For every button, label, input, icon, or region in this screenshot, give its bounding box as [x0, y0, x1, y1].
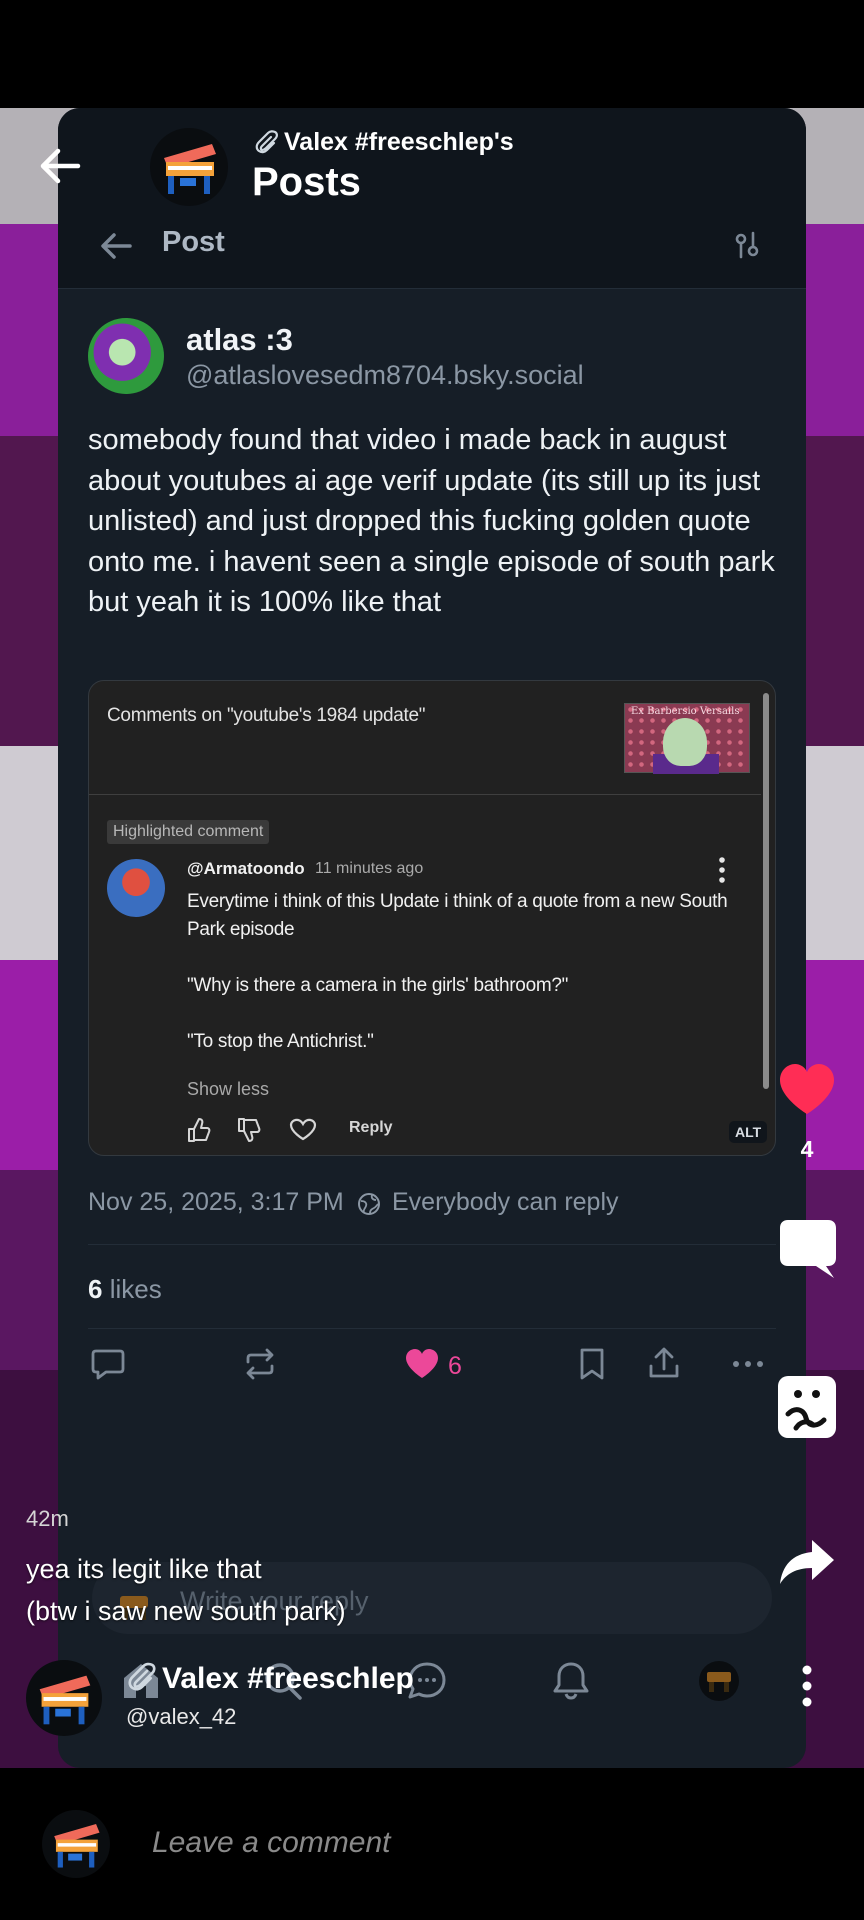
reply-setting[interactable]: Everybody can reply: [392, 1188, 619, 1217]
reply-icon[interactable]: [88, 1344, 128, 1384]
post-text: somebody found that video i made back in…: [88, 424, 775, 618]
comment-time: 11 minutes ago: [315, 860, 424, 877]
commenter-name: @Armatoondo: [187, 859, 305, 878]
creator-name-text: Valex #freeschlep: [162, 1662, 414, 1695]
more-horiz-icon[interactable]: [728, 1344, 768, 1384]
paperclip-icon: [128, 1662, 156, 1691]
bookmark-icon[interactable]: [572, 1344, 612, 1384]
author-avatar[interactable]: [88, 318, 164, 394]
my-avatar: [42, 1810, 110, 1878]
like-filled-icon[interactable]: [402, 1344, 442, 1384]
divider: [88, 1244, 776, 1245]
highlighted-badge: Highlighted comment: [107, 820, 270, 844]
alt-badge[interactable]: ALT: [729, 1121, 768, 1143]
thumbs-up-icon: [188, 1118, 211, 1142]
post-card: Post atlas :3 @atlaslovesedm8704.bsky.so…: [58, 108, 806, 1768]
comment-input[interactable]: Leave a comment: [152, 1826, 390, 1860]
share-arrow-icon[interactable]: [778, 1536, 836, 1588]
header-title: Posts: [252, 160, 361, 204]
comment-body: Everytime i think of this Update i think…: [187, 888, 737, 1084]
scrollbar: [763, 693, 769, 1089]
post-timestamp: 42m: [26, 1506, 69, 1531]
like-count: 4: [800, 1136, 814, 1162]
creator-avatar[interactable]: [26, 1660, 102, 1736]
stitch-icon[interactable]: [776, 1374, 838, 1440]
share-icon[interactable]: [644, 1344, 684, 1384]
piano-avatar-icon: [39, 1675, 91, 1725]
author-handle[interactable]: @atlaslovesedm8704.bsky.social: [186, 360, 584, 391]
header-account-text: Valex #freeschlep's: [284, 128, 514, 156]
divider: [89, 794, 761, 795]
piano-avatar-icon: [164, 144, 216, 194]
sliders-icon[interactable]: [730, 228, 764, 262]
comment-bubble-icon[interactable]: [778, 1218, 838, 1280]
thumbnail-text: Ex Barbersio Versails: [631, 706, 740, 717]
embedded-image[interactable]: Comments on "youtube's 1984 update" Ex B…: [88, 680, 776, 1156]
creator-handle[interactable]: @valex_42: [126, 1704, 236, 1730]
thumbs-down-icon: [238, 1118, 261, 1142]
more-vert-icon: [719, 857, 725, 883]
commenter-avatar: [107, 859, 165, 917]
likes-summary[interactable]: 6 likes: [88, 1274, 162, 1305]
divider: [58, 288, 806, 289]
comment-bar: [0, 1768, 864, 1920]
caption-line: yea its legit like that: [26, 1554, 262, 1584]
profile-tab-icon[interactable]: [694, 1656, 744, 1706]
heart-outline-icon: [289, 1118, 317, 1141]
creator-name[interactable]: Valex #freeschlep: [124, 1660, 414, 1696]
embed-comments-header: Comments on "youtube's 1984 update": [107, 705, 426, 726]
divider: [88, 1328, 776, 1329]
caption: yea its legit like that (btw i saw new s…: [26, 1548, 346, 1632]
likes-label: likes: [109, 1274, 162, 1304]
post-back-icon[interactable]: [96, 226, 136, 266]
like-count: 6: [448, 1352, 462, 1380]
post-date: Nov 25, 2025, 3:17 PM: [88, 1188, 344, 1216]
comment-line: Everytime i think of this Update i think…: [187, 891, 728, 940]
comment-actions: [188, 1118, 317, 1142]
header-account-name: Valex #freeschlep's: [252, 128, 514, 157]
likes-count: 6: [88, 1274, 103, 1304]
post-nav-title: Post: [162, 226, 225, 258]
caption-line: (btw i saw new south park): [26, 1596, 346, 1626]
comment-line: "To stop the Antichrist.": [187, 1031, 374, 1052]
show-less: Show less: [187, 1079, 270, 1099]
like-heart-icon[interactable]: [778, 1062, 836, 1116]
piano-avatar-icon: [54, 1823, 100, 1868]
author-name[interactable]: atlas :3: [186, 322, 293, 358]
more-options-icon[interactable]: [796, 1664, 818, 1708]
paperclip-icon: [255, 130, 278, 154]
repost-icon[interactable]: [240, 1344, 280, 1384]
comment-reply: Reply: [349, 1119, 393, 1136]
video-thumbnail: Ex Barbersio Versails: [624, 703, 750, 774]
globe-icon: [358, 1193, 380, 1215]
back-arrow-icon[interactable]: [36, 146, 82, 186]
account-avatar[interactable]: [150, 128, 228, 206]
bell-icon[interactable]: [546, 1656, 596, 1706]
comment-line: "Why is there a camera in the girls' bat…: [187, 975, 569, 996]
